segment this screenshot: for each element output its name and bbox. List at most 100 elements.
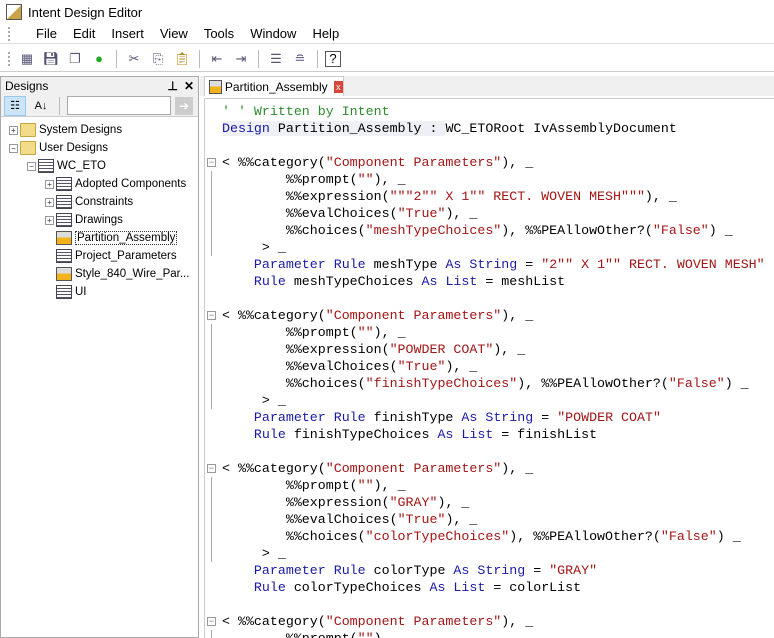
code-token: "POWDER COAT" <box>557 410 661 425</box>
code-editor[interactable]: ' ' Written by Intent Design Partition_As… <box>204 98 774 638</box>
menu-file[interactable]: File <box>28 26 65 41</box>
code-line: Rule meshTypeChoices As List = meshList <box>222 273 765 290</box>
tree-node-label: WC_ETO <box>57 160 106 172</box>
code-token: %%prompt( <box>222 478 358 493</box>
tree-node[interactable]: + Drawings <box>1 211 198 229</box>
save-icon[interactable]: 💾︎ <box>41 49 61 69</box>
collapse-icon[interactable]: − <box>27 161 36 171</box>
code-line: Rule finishTypeChoices As List = finishL… <box>222 426 765 443</box>
code-token: colorTypeChoices <box>285 580 430 595</box>
tree-node[interactable]: + Constraints <box>1 193 198 211</box>
toolbar: ▦ 💾︎ ❐ ● ✂ ⎘ 📋︎ ⇤ ⇥ ☰ ≘ ? <box>0 46 774 72</box>
tree-node[interactable]: UI <box>1 283 198 301</box>
code-segment: > _ <box>222 546 286 561</box>
title-bar: Intent Design Editor <box>0 0 774 24</box>
categorized-view-icon[interactable]: ☷ <box>4 95 26 116</box>
code-token: ), _ <box>373 172 406 187</box>
code-token: Rule <box>253 580 286 595</box>
menu-tools[interactable]: Tools <box>196 26 242 41</box>
expand-icon[interactable]: + <box>45 197 54 207</box>
code-token: "" <box>357 325 374 340</box>
tree-node[interactable]: − WC_ETO <box>1 157 198 175</box>
code-token: ) <box>374 631 382 638</box>
code-segment: %%prompt(""), _ <box>222 325 406 340</box>
code-token: %%prompt( <box>222 325 358 340</box>
code-area[interactable]: ' ' Written by Intent Design Partition_As… <box>207 103 765 638</box>
fold-icon[interactable]: − <box>207 617 216 626</box>
fold-guide <box>211 239 212 256</box>
code-token: ), _ <box>373 325 406 340</box>
fold-guide <box>211 477 212 494</box>
code-segment: %%evalChoices("True"), _ <box>222 359 478 374</box>
code-token: "POWDER COAT" <box>389 342 494 357</box>
fold-icon[interactable]: − <box>207 464 216 473</box>
tree-node[interactable]: Project_Parameters <box>1 247 198 265</box>
code-segment: ' ' Written by Intent <box>222 104 390 119</box>
collapse-icon[interactable]: − <box>9 143 18 153</box>
pin-icon[interactable]: ⊥ <box>167 79 177 93</box>
tree-node[interactable]: − User Designs <box>1 139 198 157</box>
tree-node[interactable]: Style_840_Wire_Par... <box>1 265 198 283</box>
tab-partition-assembly[interactable]: Partition_Assembly x <box>204 76 344 96</box>
separator <box>258 49 259 68</box>
uncomment-icon[interactable]: ≘ <box>290 49 310 69</box>
code-token: %%evalChoices( <box>222 359 398 374</box>
code-token: As List <box>421 274 478 289</box>
save-all-icon[interactable]: ❐ <box>65 49 85 69</box>
tree-node[interactable]: Partition_Assembly <box>1 229 198 247</box>
menu-help[interactable]: Help <box>304 26 347 41</box>
new-icon[interactable]: ▦ <box>17 49 37 69</box>
tree-node[interactable]: + System Designs <box>1 121 198 139</box>
fold-icon[interactable]: − <box>207 311 216 320</box>
code-token: < %%category( <box>222 461 326 476</box>
menu-view[interactable]: View <box>152 26 196 41</box>
outdent-icon[interactable]: ⇤ <box>207 49 227 69</box>
go-arrow-icon[interactable]: ➔ <box>175 96 193 115</box>
paste-icon[interactable]: 📋︎ <box>172 49 192 69</box>
doc-icon <box>56 195 72 209</box>
cut-icon[interactable]: ✂ <box>124 49 144 69</box>
menu-edit[interactable]: Edit <box>65 26 103 41</box>
fold-guide <box>211 324 212 341</box>
close-icon[interactable]: ✕ <box>184 79 194 93</box>
doc-icon <box>56 249 72 263</box>
menu-insert[interactable]: Insert <box>103 26 152 41</box>
code-segment: > _ <box>222 393 286 408</box>
copy-icon[interactable]: ⎘ <box>148 49 168 69</box>
search-combo[interactable] <box>67 96 171 115</box>
code-token: > _ <box>222 393 286 408</box>
app-icon <box>6 4 22 20</box>
panel-toolbar: ☷ A↓ ➔ <box>1 95 198 117</box>
comment-icon[interactable]: ☰ <box>266 49 286 69</box>
code-token: "Component Parameters" <box>325 155 502 170</box>
expand-icon[interactable]: + <box>45 215 54 225</box>
separator <box>59 96 60 115</box>
sort-az-icon[interactable]: A↓ <box>30 96 52 116</box>
fold-guide <box>211 392 212 409</box>
assembly-icon <box>209 79 222 94</box>
expand-icon[interactable]: + <box>45 179 54 189</box>
traffic-light-icon[interactable]: ● <box>89 49 109 69</box>
code-segment: %%choices("finishTypeChoices"), %%PEAllo… <box>222 376 749 391</box>
code-token: %%choices( <box>222 376 366 391</box>
menu-window[interactable]: Window <box>242 26 304 41</box>
code-token: = meshList <box>477 274 566 289</box>
expand-icon[interactable]: + <box>9 125 18 135</box>
doc-icon <box>56 177 72 191</box>
code-line: %%evalChoices("True"), _ <box>211 205 765 222</box>
code-line: − < %%category("Component Parameters"), _ <box>207 613 765 630</box>
code-line: %%expression("""2"" X 1"" RECT. WOVEN ME… <box>211 188 765 205</box>
tab-close-icon[interactable]: x <box>333 80 343 93</box>
code-line: ' ' Written by Intent <box>222 103 765 120</box>
fold-icon[interactable]: − <box>207 158 216 167</box>
indent-icon[interactable]: ⇥ <box>231 49 251 69</box>
code-line: %%prompt(""), _ <box>211 324 765 341</box>
help-icon[interactable]: ? <box>325 50 341 67</box>
tree-node[interactable]: + Adopted Components <box>1 175 198 193</box>
